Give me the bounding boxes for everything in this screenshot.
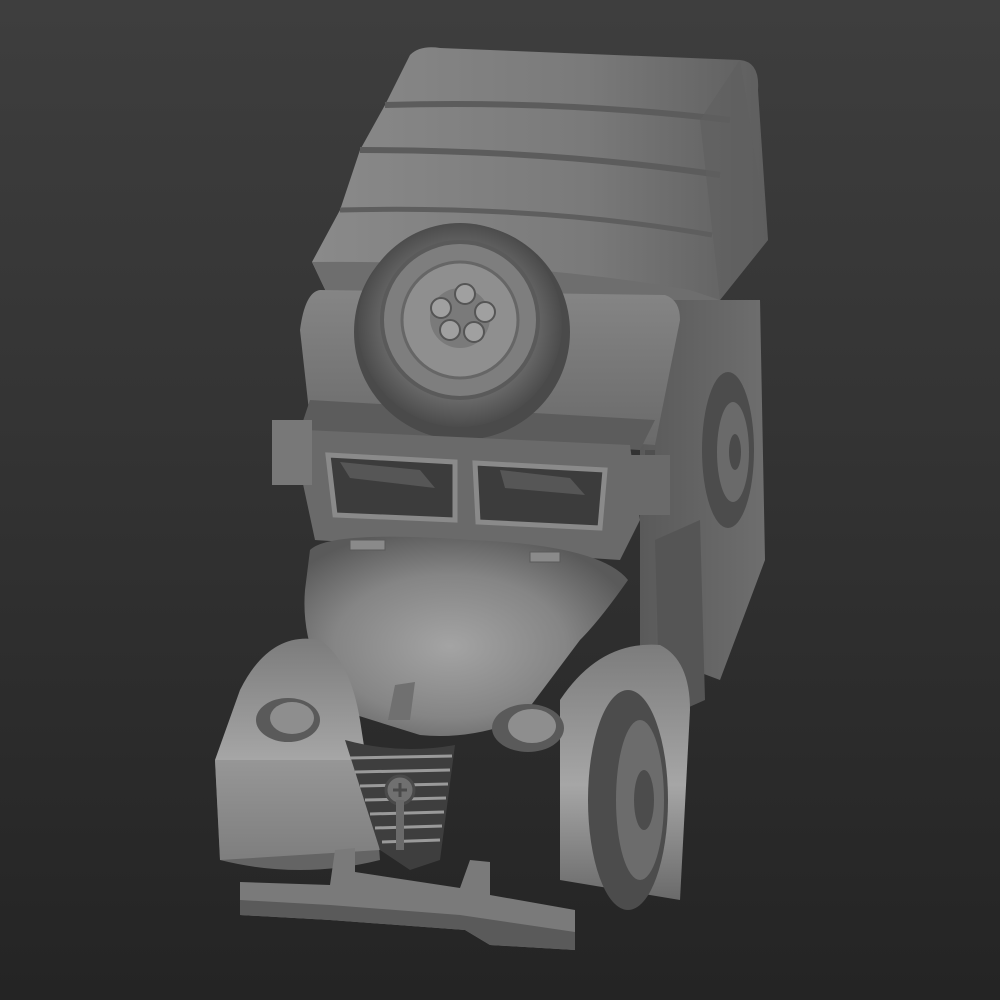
- truck-model: [215, 47, 768, 950]
- spare-tire: [354, 223, 570, 440]
- rear-wheel: [702, 372, 754, 528]
- sculpt-viewport[interactable]: [0, 0, 1000, 1000]
- front-right-wheel: [588, 690, 668, 910]
